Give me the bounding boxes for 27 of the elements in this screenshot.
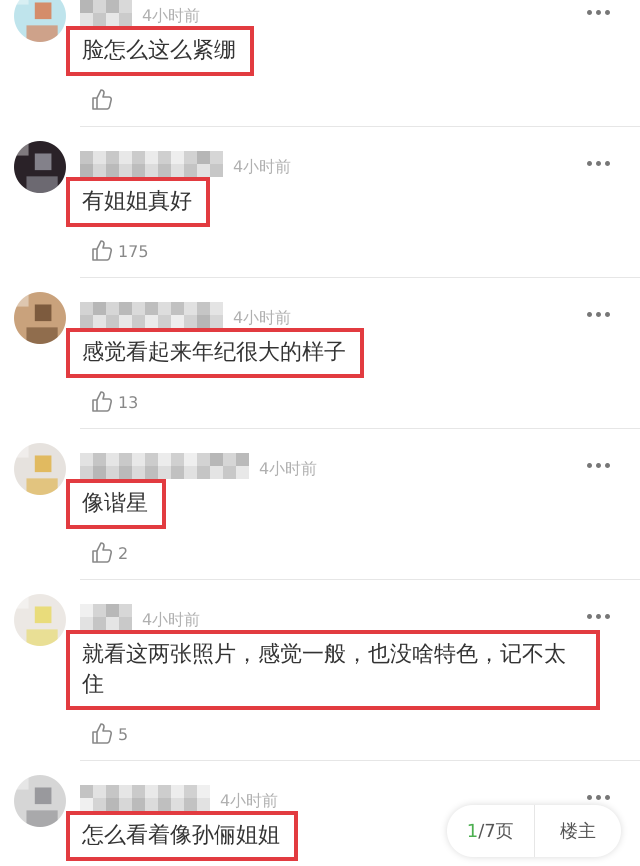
comment-text: 脸怎么这么紧绷: [82, 37, 236, 65]
comment-text: 怎么看着像孙俪姐姐: [82, 822, 280, 850]
blurred-name: [80, 604, 132, 630]
thumbs-up-icon[interactable]: [90, 239, 114, 263]
comment-text: 感觉看起来年纪很大的样子: [82, 339, 346, 367]
like-count: 5: [118, 724, 128, 744]
comment-text: 有姐姐真好: [82, 188, 192, 216]
timestamp: 4小时前: [142, 610, 200, 630]
timestamp: 4小时前: [233, 157, 292, 177]
blurred-name: [80, 0, 132, 26]
like-count: 175: [118, 242, 149, 260]
avatar[interactable]: [14, 292, 66, 344]
like-count: 13: [118, 392, 138, 412]
comment-text: 像谐星: [82, 490, 148, 518]
page-button[interactable]: 1/7页: [447, 805, 534, 857]
like-count: 2: [118, 544, 128, 562]
thumbs-up-icon[interactable]: [90, 722, 114, 746]
thumbs-up-icon[interactable]: [90, 390, 114, 414]
timestamp: 4小时前: [220, 791, 278, 811]
comment-text: 就看这两张照片，感觉一般，也没啥特色，记不太住: [82, 641, 567, 699]
thumbs-up-icon[interactable]: [90, 88, 114, 112]
author-button[interactable]: 楼主: [534, 805, 621, 857]
timestamp: 4小时前: [142, 6, 200, 26]
timestamp: 4小时前: [259, 459, 318, 479]
timestamp: 4小时前: [233, 308, 292, 328]
thumbs-up-icon[interactable]: [90, 541, 114, 565]
avatar[interactable]: [14, 141, 66, 193]
